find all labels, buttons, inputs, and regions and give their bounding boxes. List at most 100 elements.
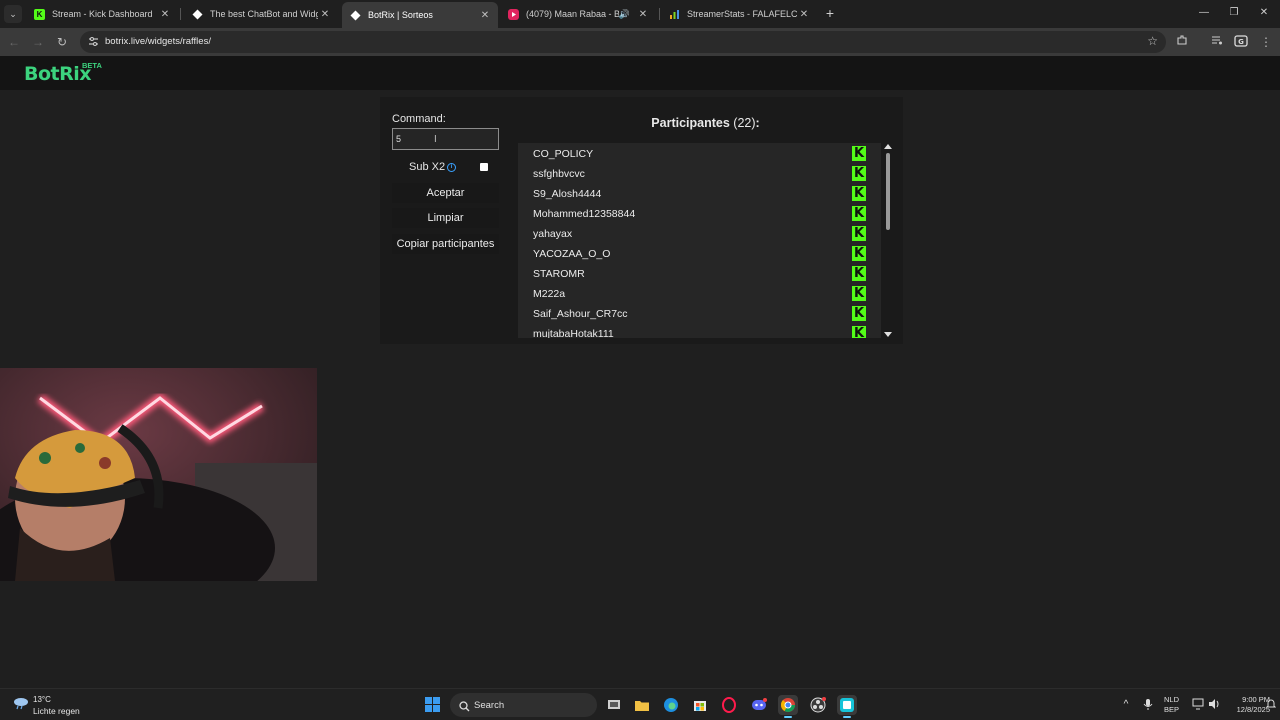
chrome-icon[interactable]: [778, 695, 798, 718]
speaker-icon[interactable]: 🔊: [619, 9, 630, 20]
participant-list-scrollbar[interactable]: [883, 143, 893, 338]
scroll-up-arrow-icon[interactable]: [884, 144, 892, 149]
participant-row: mujtabaHotak111 K: [518, 324, 881, 338]
participants-count: (22): [733, 116, 756, 130]
browser-toolbar: ← → ↻ botrix.live/widgets/raffles/ ☆ G ⋮: [0, 28, 1280, 56]
kick-platform-icon: K: [852, 266, 866, 281]
new-tab-plus-icon[interactable]: +: [822, 5, 838, 21]
close-icon[interactable]: ✕: [478, 10, 492, 21]
youtube-icon: [508, 8, 519, 20]
participant-row: CO_POLICY K: [518, 144, 881, 164]
command-label: Command:: [392, 113, 446, 125]
kick-platform-icon: K: [852, 286, 866, 301]
accept-button[interactable]: Aceptar: [392, 183, 499, 203]
tab-kick-dashboard[interactable]: K Stream - Kick Dashboard ✕: [26, 3, 178, 25]
kick-platform-icon: K: [852, 166, 866, 181]
file-explorer-icon[interactable]: [632, 695, 652, 715]
tab-search-dropdown-icon[interactable]: ⌄: [4, 5, 22, 23]
kick-platform-icon: K: [852, 246, 866, 261]
tab-title: Stream - Kick Dashboard: [52, 9, 153, 19]
microphone-icon[interactable]: [1141, 698, 1155, 712]
command-input[interactable]: [392, 128, 499, 150]
notifications-icon[interactable]: [1264, 698, 1278, 712]
close-icon[interactable]: ✕: [797, 9, 811, 20]
tab-botrix-sorteos[interactable]: BotRix | Sorteos ✕: [342, 2, 498, 28]
url-text[interactable]: botrix.live/widgets/raffles/: [105, 36, 211, 47]
taskbar-search-box[interactable]: Search: [450, 693, 597, 717]
minimize-icon[interactable]: —: [1194, 4, 1214, 22]
browser-tabstrip: ⌄ K Stream - Kick Dashboard ✕ The best C…: [0, 0, 1280, 28]
participant-list[interactable]: CO_POLICY K ssfghbvcvc K S9_Alosh4444 K Mohamm…: [518, 143, 881, 338]
scroll-down-arrow-icon[interactable]: [884, 332, 892, 337]
back-arrow-icon[interactable]: ←: [6, 34, 22, 50]
raffle-widget: Command: I Sub X2 i Aceptar Limpiar Copi…: [380, 97, 903, 344]
profile-icon[interactable]: G: [1233, 34, 1249, 50]
kick-icon: K: [34, 8, 45, 20]
close-icon[interactable]: ✕: [636, 9, 650, 20]
close-icon[interactable]: ✕: [158, 9, 172, 20]
kick-platform-icon: K: [852, 186, 866, 201]
window-close-icon[interactable]: ✕: [1254, 4, 1274, 22]
more-menu-icon[interactable]: ⋮: [1258, 34, 1274, 50]
search-icon: [459, 699, 470, 712]
participant-name: S9_Alosh4444: [533, 188, 602, 200]
botrix-icon: [350, 10, 361, 21]
botrix-logo[interactable]: BotRix: [24, 63, 92, 85]
participant-row: S9_Alosh4444 K: [518, 184, 881, 204]
site-info-icon[interactable]: [88, 36, 99, 47]
weather-description[interactable]: Lichte regen: [33, 706, 80, 716]
network-icon[interactable]: [1191, 698, 1205, 712]
participant-name: STAROMR: [533, 268, 585, 280]
site-header: BotRix BETA: [0, 56, 1280, 90]
participant-name: ssfghbvcvc: [533, 168, 585, 180]
streaming-app-icon[interactable]: [837, 695, 857, 718]
participant-row: yahayax K: [518, 224, 881, 244]
extensions-icon[interactable]: [1174, 34, 1190, 50]
sub-x2-checkbox[interactable]: [480, 163, 488, 171]
participant-name: M222a: [533, 288, 566, 300]
chevron-up-icon[interactable]: ^: [1119, 698, 1133, 712]
weather-rain-cloud-icon[interactable]: [12, 696, 30, 710]
input-language-indicator[interactable]: NLD BEP: [1164, 695, 1179, 715]
opera-gx-icon[interactable]: [719, 695, 739, 715]
edge-browser-icon[interactable]: [661, 695, 681, 715]
participant-name: yahayax: [533, 228, 573, 240]
tab-youtube[interactable]: (4079) Maan Rabaa - Belwe 🔊 ✕: [500, 3, 656, 25]
svg-text:G: G: [1238, 38, 1244, 46]
microsoft-store-icon[interactable]: [690, 695, 710, 715]
botrix-icon: [192, 9, 203, 20]
tab-botrix-home[interactable]: The best ChatBot and Widgets ✕: [184, 3, 338, 25]
participant-name: YACOZAA_O_O: [533, 248, 611, 260]
keyboard-layout: BEP: [1164, 705, 1180, 714]
info-icon[interactable]: i: [447, 163, 456, 172]
tab-title: (4079) Maan Rabaa - Belwe: [526, 9, 619, 19]
close-icon[interactable]: ✕: [318, 9, 332, 20]
reload-icon[interactable]: ↻: [54, 34, 70, 50]
copy-participants-button[interactable]: Copiar participantes: [392, 234, 499, 254]
discord-icon[interactable]: [749, 695, 769, 715]
forward-arrow-icon[interactable]: →: [30, 34, 46, 50]
tab-title: StreamerStats - FALAFELCO Pro: [687, 9, 797, 19]
address-bar[interactable]: botrix.live/widgets/raffles/ ☆: [80, 31, 1166, 53]
participant-name: Saif_Ashour_CR7cc: [533, 308, 628, 320]
kick-platform-icon: K: [852, 306, 866, 321]
obs-studio-icon[interactable]: [808, 695, 828, 715]
kick-platform-icon: K: [852, 326, 866, 338]
participant-name: mujtabaHotak111: [533, 328, 614, 338]
kick-platform-icon: K: [852, 226, 866, 241]
windows-taskbar: 13°C Lichte regen Search ^ NLD BEP 9:00 …: [0, 688, 1280, 720]
tab-streamerstats[interactable]: StreamerStats - FALAFELCO Pro ✕: [661, 3, 817, 25]
participants-title: Participantes: [651, 116, 730, 130]
webcam-overlay: [0, 368, 317, 581]
task-view-icon[interactable]: [604, 695, 624, 715]
participant-name: Mohammed12358844: [533, 208, 636, 220]
restore-icon[interactable]: ❐: [1224, 4, 1244, 22]
text-cursor-icon: I: [434, 134, 437, 145]
scroll-thumb[interactable]: [886, 153, 890, 230]
volume-icon[interactable]: [1207, 698, 1221, 712]
media-controls-icon[interactable]: [1209, 34, 1225, 50]
weather-temperature[interactable]: 13°C: [33, 695, 51, 704]
bookmark-star-icon[interactable]: ☆: [1147, 34, 1158, 48]
clear-button[interactable]: Limpiar: [392, 208, 499, 228]
windows-start-icon[interactable]: [425, 697, 441, 713]
